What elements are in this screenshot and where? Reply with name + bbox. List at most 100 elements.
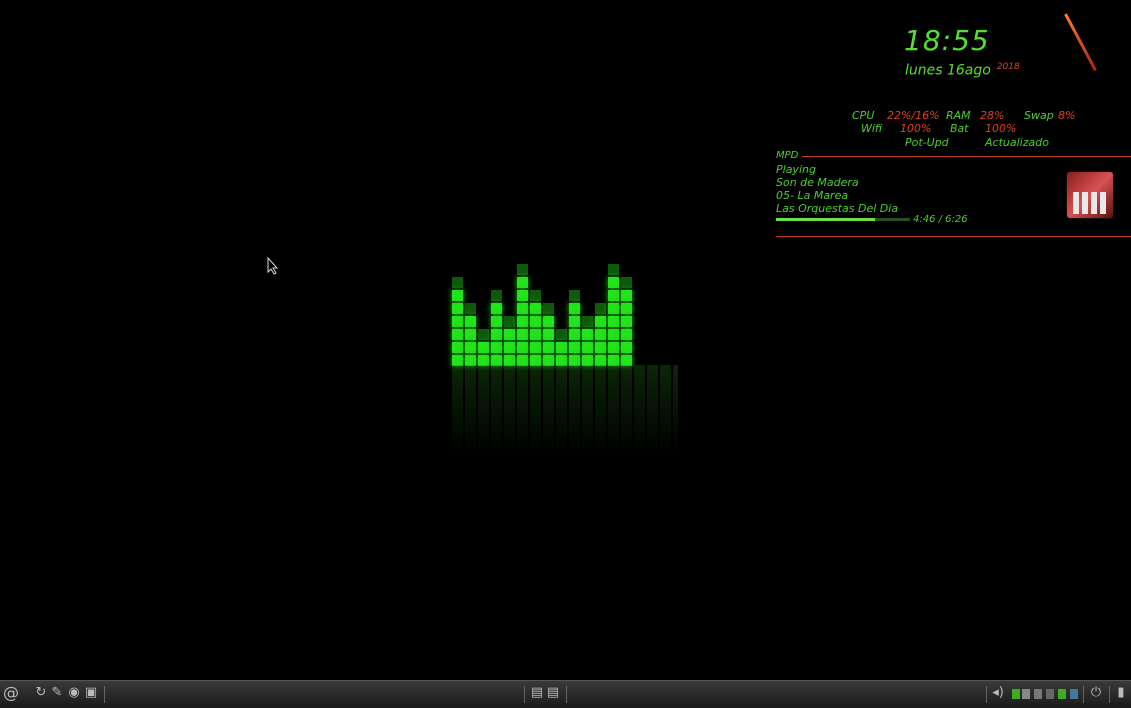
tray-app-icon[interactable] [1046,689,1054,699]
visualizer-bar [465,301,477,366]
visualizer-bar [569,288,581,366]
visualizer-bar [517,262,529,366]
mpd-status: Playing [776,163,816,176]
visualizer-cell [530,290,541,301]
visualizer-cell [608,316,619,327]
updates-label: Pot-Upd [905,136,949,149]
visualizer-cell [595,342,606,353]
mpd-time: 4:46 / 6:26 [913,214,968,225]
visualizer-cell [608,290,619,301]
visualizer-cell [465,329,476,340]
visualizer-cell [452,329,463,340]
visualizer-cell [452,303,463,314]
visualizer-cell [478,342,489,353]
panel-separator [524,686,525,703]
visualizer-cell [608,303,619,314]
updates-value: Actualizado [985,136,1049,149]
visualizer-bar [491,288,503,366]
speaker-icon[interactable]: ◂) [991,686,1005,700]
visualizer-cell [608,329,619,340]
visualizer-bar [582,314,594,366]
visualizer-bar [452,275,464,366]
mpd-progress-bar [776,218,910,221]
visualizer-cell [517,342,528,353]
visualizer-cell [491,329,502,340]
visualizer-cell [452,277,463,288]
visualizer-cell [491,342,502,353]
clock-hand-icon [1064,13,1097,72]
visualizer-cell [517,290,528,301]
visualizer-cell [530,303,541,314]
visualizer-cell [608,277,619,288]
visualizer-reflection [452,365,678,455]
visualizer-bar [621,275,633,366]
visualizer-cell [452,290,463,301]
mpd-progress-fill [776,218,876,221]
visualizer-cell [608,342,619,353]
visualizer-cell [556,342,567,353]
visualizer-cell [530,342,541,353]
visualizer-cell [452,342,463,353]
refresh-icon[interactable]: ↻ [34,686,48,700]
taskbar: @ ↻ ✎ ◉ ▣ ▤ ▤ ◂) ⏻ ▮ [0,680,1131,708]
visualizer-bar [543,301,555,366]
album-art [1067,172,1113,218]
visualizer-cell [465,316,476,327]
visualizer-cell [569,303,580,314]
visualizer-cell [621,342,632,353]
visualizer-cell [465,342,476,353]
visualizer-bar [556,327,568,366]
visualizer-cell [543,316,554,327]
power-icon[interactable]: ⏻ [1089,686,1103,700]
visualizer-cell [569,316,580,327]
visualizer-cell [517,264,528,275]
visualizer-cell [569,329,580,340]
folder-icon[interactable]: ▤ [530,686,544,700]
visualizer-bar [530,288,542,366]
ram-value: 28% [980,109,1005,122]
visualizer-cell [582,316,593,327]
visualizer-bar [608,262,620,366]
tray-app-icon[interactable] [1034,689,1042,699]
cpu-value: 22%/16% [887,109,940,122]
mpd-top-divider [802,156,1131,157]
pencil-icon[interactable]: ✎ [50,686,64,700]
visualizer-cell [621,303,632,314]
visualizer-bar [478,327,490,366]
visualizer-cell [517,329,528,340]
visualizer-cell [621,290,632,301]
swap-label: Swap [1024,109,1054,122]
visualizer-cell [517,316,528,327]
swap-value: 8% [1058,109,1076,122]
folder-icon[interactable]: ▤ [546,686,560,700]
tray-app-icon[interactable] [1070,689,1078,699]
panel-separator [104,686,105,703]
image-viewer-icon[interactable]: ▣ [84,686,98,700]
visualizer-cell [543,303,554,314]
battery-icon[interactable] [1058,689,1066,699]
mpd-artist: Las Orquestas Del Dia [776,202,899,215]
visualizer-cell [465,303,476,314]
visualizer-cell [595,329,606,340]
visualizer-cell [491,290,502,301]
network-icon[interactable] [1012,689,1020,699]
wifi-value: 100% [900,122,932,135]
visualizer-bar [595,301,607,366]
visualizer-cell [517,277,528,288]
panel-separator [1083,686,1084,703]
tray-app-icon[interactable] [1022,689,1030,699]
visualizer-cell [530,329,541,340]
show-desktop-icon[interactable]: ▮ [1114,686,1128,700]
date-text: lunes 16ago [905,62,991,79]
visualizer-cell [621,277,632,288]
visualizer-bar [504,314,516,366]
mpd-album: Son de Madera [776,176,859,189]
visualizer-cell [517,303,528,314]
visualizer-cell [569,290,580,301]
clock-date: lunes 16ago 2018 [905,62,1020,79]
debian-swirl-icon[interactable]: @ [2,685,20,701]
chat-icon[interactable]: ◉ [67,686,81,700]
visualizer-cell [504,329,515,340]
date-year: 2018 [996,62,1020,72]
wifi-label: Wifi [861,122,883,135]
